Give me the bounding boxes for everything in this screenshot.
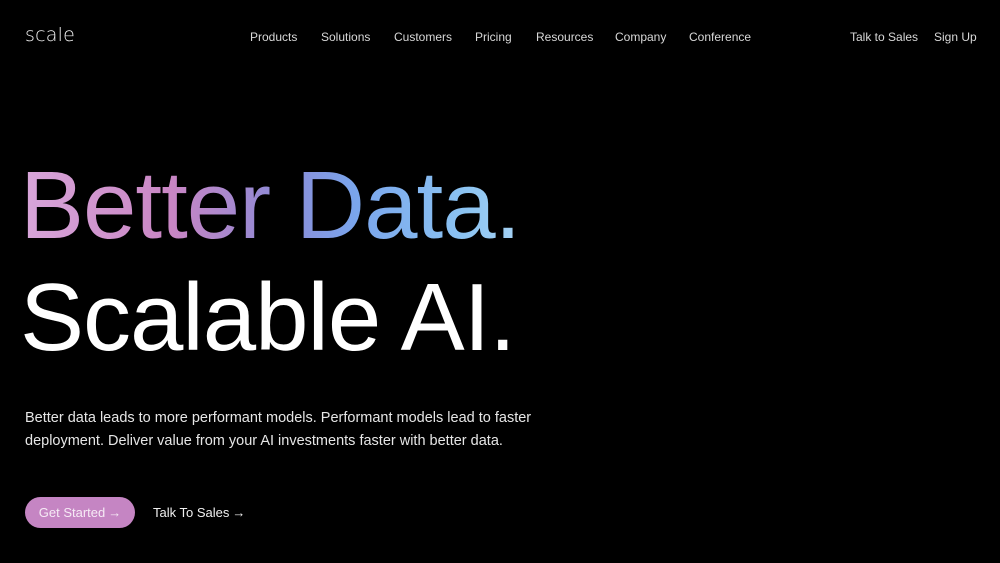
- nav-item-solutions[interactable]: Solutions: [321, 30, 370, 44]
- arrow-right-icon: →: [108, 505, 122, 520]
- hero-subtext: Better data leads to more performant mod…: [25, 410, 532, 449]
- get-started-button[interactable]: Get Started →: [25, 497, 135, 528]
- nav-item-customers[interactable]: Customers: [394, 30, 452, 44]
- nav-item-conference[interactable]: Conference: [689, 30, 751, 44]
- talk-to-sales-button[interactable]: Talk To Sales →: [153, 497, 245, 528]
- nav-item-products[interactable]: Products: [250, 30, 297, 44]
- talk-to-sales-label: Talk To Sales: [153, 505, 230, 520]
- arrow-right-icon: →: [232, 505, 246, 520]
- sign-up-link[interactable]: Sign Up: [934, 30, 977, 44]
- nav-item-resources[interactable]: Resources: [536, 30, 593, 44]
- page: scale Products Solutions Customers Prici…: [0, 0, 1000, 563]
- nav-item-pricing[interactable]: Pricing: [475, 30, 512, 44]
- site-header: scale Products Solutions Customers Prici…: [0, 0, 1000, 74]
- get-started-label: Get Started: [38, 505, 106, 520]
- main-nav: Products Solutions Customers Pricing Res…: [0, 30, 1000, 46]
- nav-item-company[interactable]: Company: [615, 30, 666, 44]
- headline-gradient: Better Data.: [20, 158, 560, 254]
- headline-white: Scalable AI.: [20, 264, 516, 371]
- talk-to-sales-link[interactable]: Talk to Sales: [850, 30, 918, 44]
